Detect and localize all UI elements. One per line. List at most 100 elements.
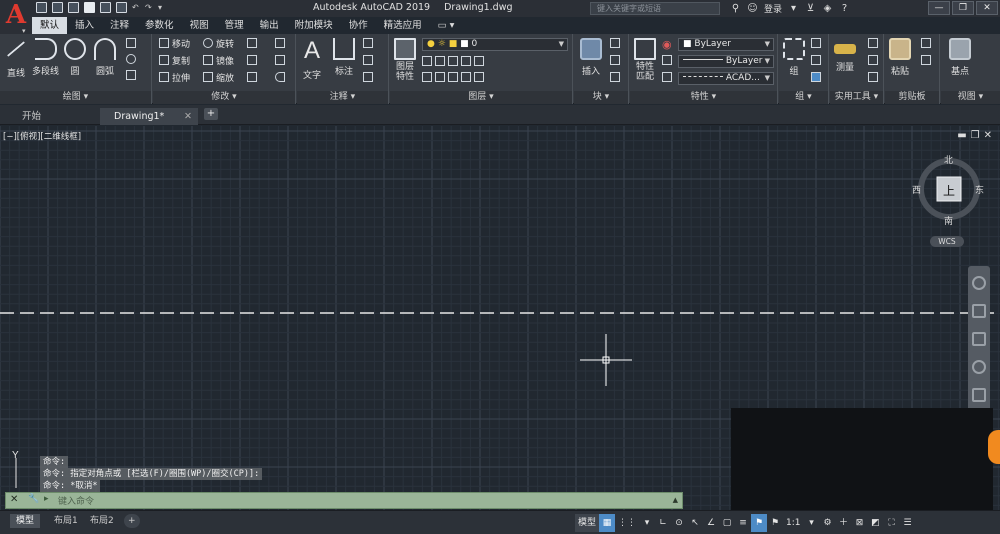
linetype-icon-button[interactable] (662, 55, 675, 69)
tab-featured-apps[interactable]: 精选应用 (376, 17, 430, 34)
group-tool[interactable]: 组 (783, 38, 805, 77)
quick-select-button[interactable] (868, 38, 881, 52)
table-tool[interactable] (126, 70, 139, 84)
group-edit-button[interactable] (811, 55, 824, 69)
match-properties-tool[interactable]: 特性 匹配 (634, 38, 656, 82)
wrench-icon[interactable]: 🔧 (28, 494, 39, 504)
vp-restore-icon[interactable]: ❐ (971, 130, 980, 141)
lineweight-icon[interactable]: ≡ (735, 514, 751, 532)
object-snap-tracking-icon[interactable]: ∠ (703, 514, 719, 532)
minimize-button[interactable]: — (928, 1, 950, 15)
layer-dropdown[interactable]: ● ☼ ■ ■ 0 ▼ (422, 38, 568, 51)
leader-button[interactable] (363, 55, 376, 69)
annotation-scale[interactable]: 1:1 (783, 514, 803, 532)
save-as-icon[interactable] (84, 2, 95, 13)
copy-clip-button[interactable] (921, 38, 934, 52)
close-icon[interactable]: ✕ (10, 494, 18, 505)
calculator-button[interactable] (868, 72, 881, 86)
linetype-dropdown[interactable]: ByLayer ▼ (678, 55, 774, 68)
create-block-button[interactable] (610, 38, 623, 52)
object-snap-icon[interactable]: ▢ (719, 514, 735, 532)
scale-button[interactable]: 缩放 (203, 72, 234, 86)
grid-icon[interactable]: ▦ (599, 514, 616, 532)
save-icon[interactable] (68, 2, 79, 13)
cart-icon[interactable]: ⊻ (805, 3, 816, 14)
move-button[interactable]: 移动 (159, 38, 190, 52)
ortho-icon[interactable]: ∟ (655, 514, 671, 532)
command-input[interactable] (58, 494, 658, 507)
tab-insert[interactable]: 插入 (67, 17, 102, 34)
ungroup-button[interactable] (811, 38, 824, 52)
mirror-button[interactable]: 镜像 (203, 55, 234, 69)
hatch-tool[interactable] (126, 54, 139, 68)
tab-parametric[interactable]: 参数化 (137, 17, 182, 34)
clean-screen-icon[interactable]: ⛶ (884, 514, 900, 532)
isolate-objects-icon[interactable]: ◩ (868, 514, 884, 532)
annotation-visibility-icon[interactable]: ⚑ (751, 514, 768, 532)
viewcube-east[interactable]: 东 (975, 183, 984, 196)
vp-minimize-icon[interactable]: ▬ (957, 130, 966, 141)
edit-attributes-button[interactable] (610, 72, 623, 86)
add-tab-button[interactable]: + (204, 108, 218, 120)
snap-dropdown-icon[interactable]: ▾ (639, 514, 655, 532)
layout-tab-layout2[interactable]: 布局2 (84, 514, 120, 528)
search-input[interactable]: 键入关键字或短语 (590, 2, 720, 15)
polyline-tool[interactable]: 多段线 (32, 38, 59, 77)
viewcube-south[interactable]: 南 (944, 214, 953, 227)
tab-view[interactable]: 视图 (182, 17, 217, 34)
stretch-button[interactable]: 拉伸 (159, 72, 190, 86)
undo-icon[interactable]: ↶ (132, 2, 140, 15)
exchange-icon[interactable]: ◈ (822, 3, 833, 14)
tab-annotate[interactable]: 注释 (102, 17, 137, 34)
rectangle-tool[interactable] (126, 38, 139, 52)
clipboard-panel-title[interactable]: 剪贴板 (885, 91, 939, 104)
close-button[interactable]: ✕ (976, 1, 998, 15)
tab-addins[interactable]: 附加模块 (287, 17, 341, 34)
layout-tab-model[interactable]: 模型 (10, 514, 41, 528)
pan-icon[interactable] (972, 304, 986, 318)
utilities-panel-title[interactable]: 实用工具 ▾ (830, 91, 883, 104)
zoom-extents-icon[interactable] (972, 332, 986, 346)
units-icon[interactable]: ⊠ (852, 514, 868, 532)
annotation-monitor-icon[interactable]: ＋ (836, 514, 852, 532)
layer-properties-tool[interactable]: 图层 特性 (394, 38, 416, 82)
scale-dropdown-icon[interactable]: ▾ (804, 514, 820, 532)
view-panel-title[interactable]: 视图 ▾ (941, 91, 1000, 104)
redo-icon[interactable]: ↷ (145, 2, 153, 15)
drawing-canvas[interactable]: [−][俯视][二维线框] ▬ ❐ ✕ 上 北 南 东 西 WCS Y 命令: … (0, 126, 1000, 510)
tab-start[interactable]: 开始 (8, 108, 98, 125)
copy-button[interactable]: 复制 (159, 55, 190, 69)
block-panel-title[interactable]: 块 ▾ (574, 91, 628, 104)
open-web-icon[interactable] (100, 2, 111, 13)
layout-tab-layout1[interactable]: 布局1 (48, 514, 84, 528)
dimension-tool[interactable]: 标注 (333, 38, 355, 77)
user-icon[interactable]: ☺ (747, 3, 758, 14)
tab-drawing1[interactable]: Drawing1* ✕ (100, 108, 198, 125)
line-tool[interactable]: 直线 (5, 38, 27, 79)
insert-block-tool[interactable]: 插入 (580, 38, 602, 77)
array-button[interactable] (247, 72, 260, 86)
floating-badge[interactable] (988, 430, 1000, 464)
base-view-tool[interactable]: 基点 (949, 38, 971, 77)
cut-button[interactable] (921, 55, 934, 69)
vp-close-icon[interactable]: ✕ (984, 130, 992, 141)
arc-tool[interactable]: 圆弧 (94, 38, 116, 77)
annotation-panel-title[interactable]: 注释 ▾ (297, 91, 388, 104)
explode-button[interactable] (275, 55, 288, 69)
help-icon[interactable]: ? (839, 3, 850, 14)
fillet-button[interactable] (247, 55, 260, 69)
modify-panel-title[interactable]: 修改 ▾ (153, 91, 295, 104)
plot-icon[interactable] (116, 2, 127, 13)
list-icon-button[interactable] (662, 72, 675, 86)
linear-dim-button[interactable] (363, 38, 376, 52)
login-button[interactable]: 登录 (764, 2, 782, 15)
orbit-icon[interactable] (972, 360, 986, 374)
ribbon-toggle-button[interactable]: ▭ ▾ (430, 17, 463, 34)
paste-tool[interactable]: 粘贴 (889, 38, 911, 77)
restore-button[interactable]: ❐ (952, 1, 974, 15)
group-select-button[interactable] (811, 72, 824, 86)
new-icon[interactable] (36, 2, 47, 13)
properties-panel-title[interactable]: 特性 ▾ (630, 91, 777, 104)
layer-tools-row-1[interactable] (422, 56, 487, 70)
tab-output[interactable]: 输出 (252, 17, 287, 34)
